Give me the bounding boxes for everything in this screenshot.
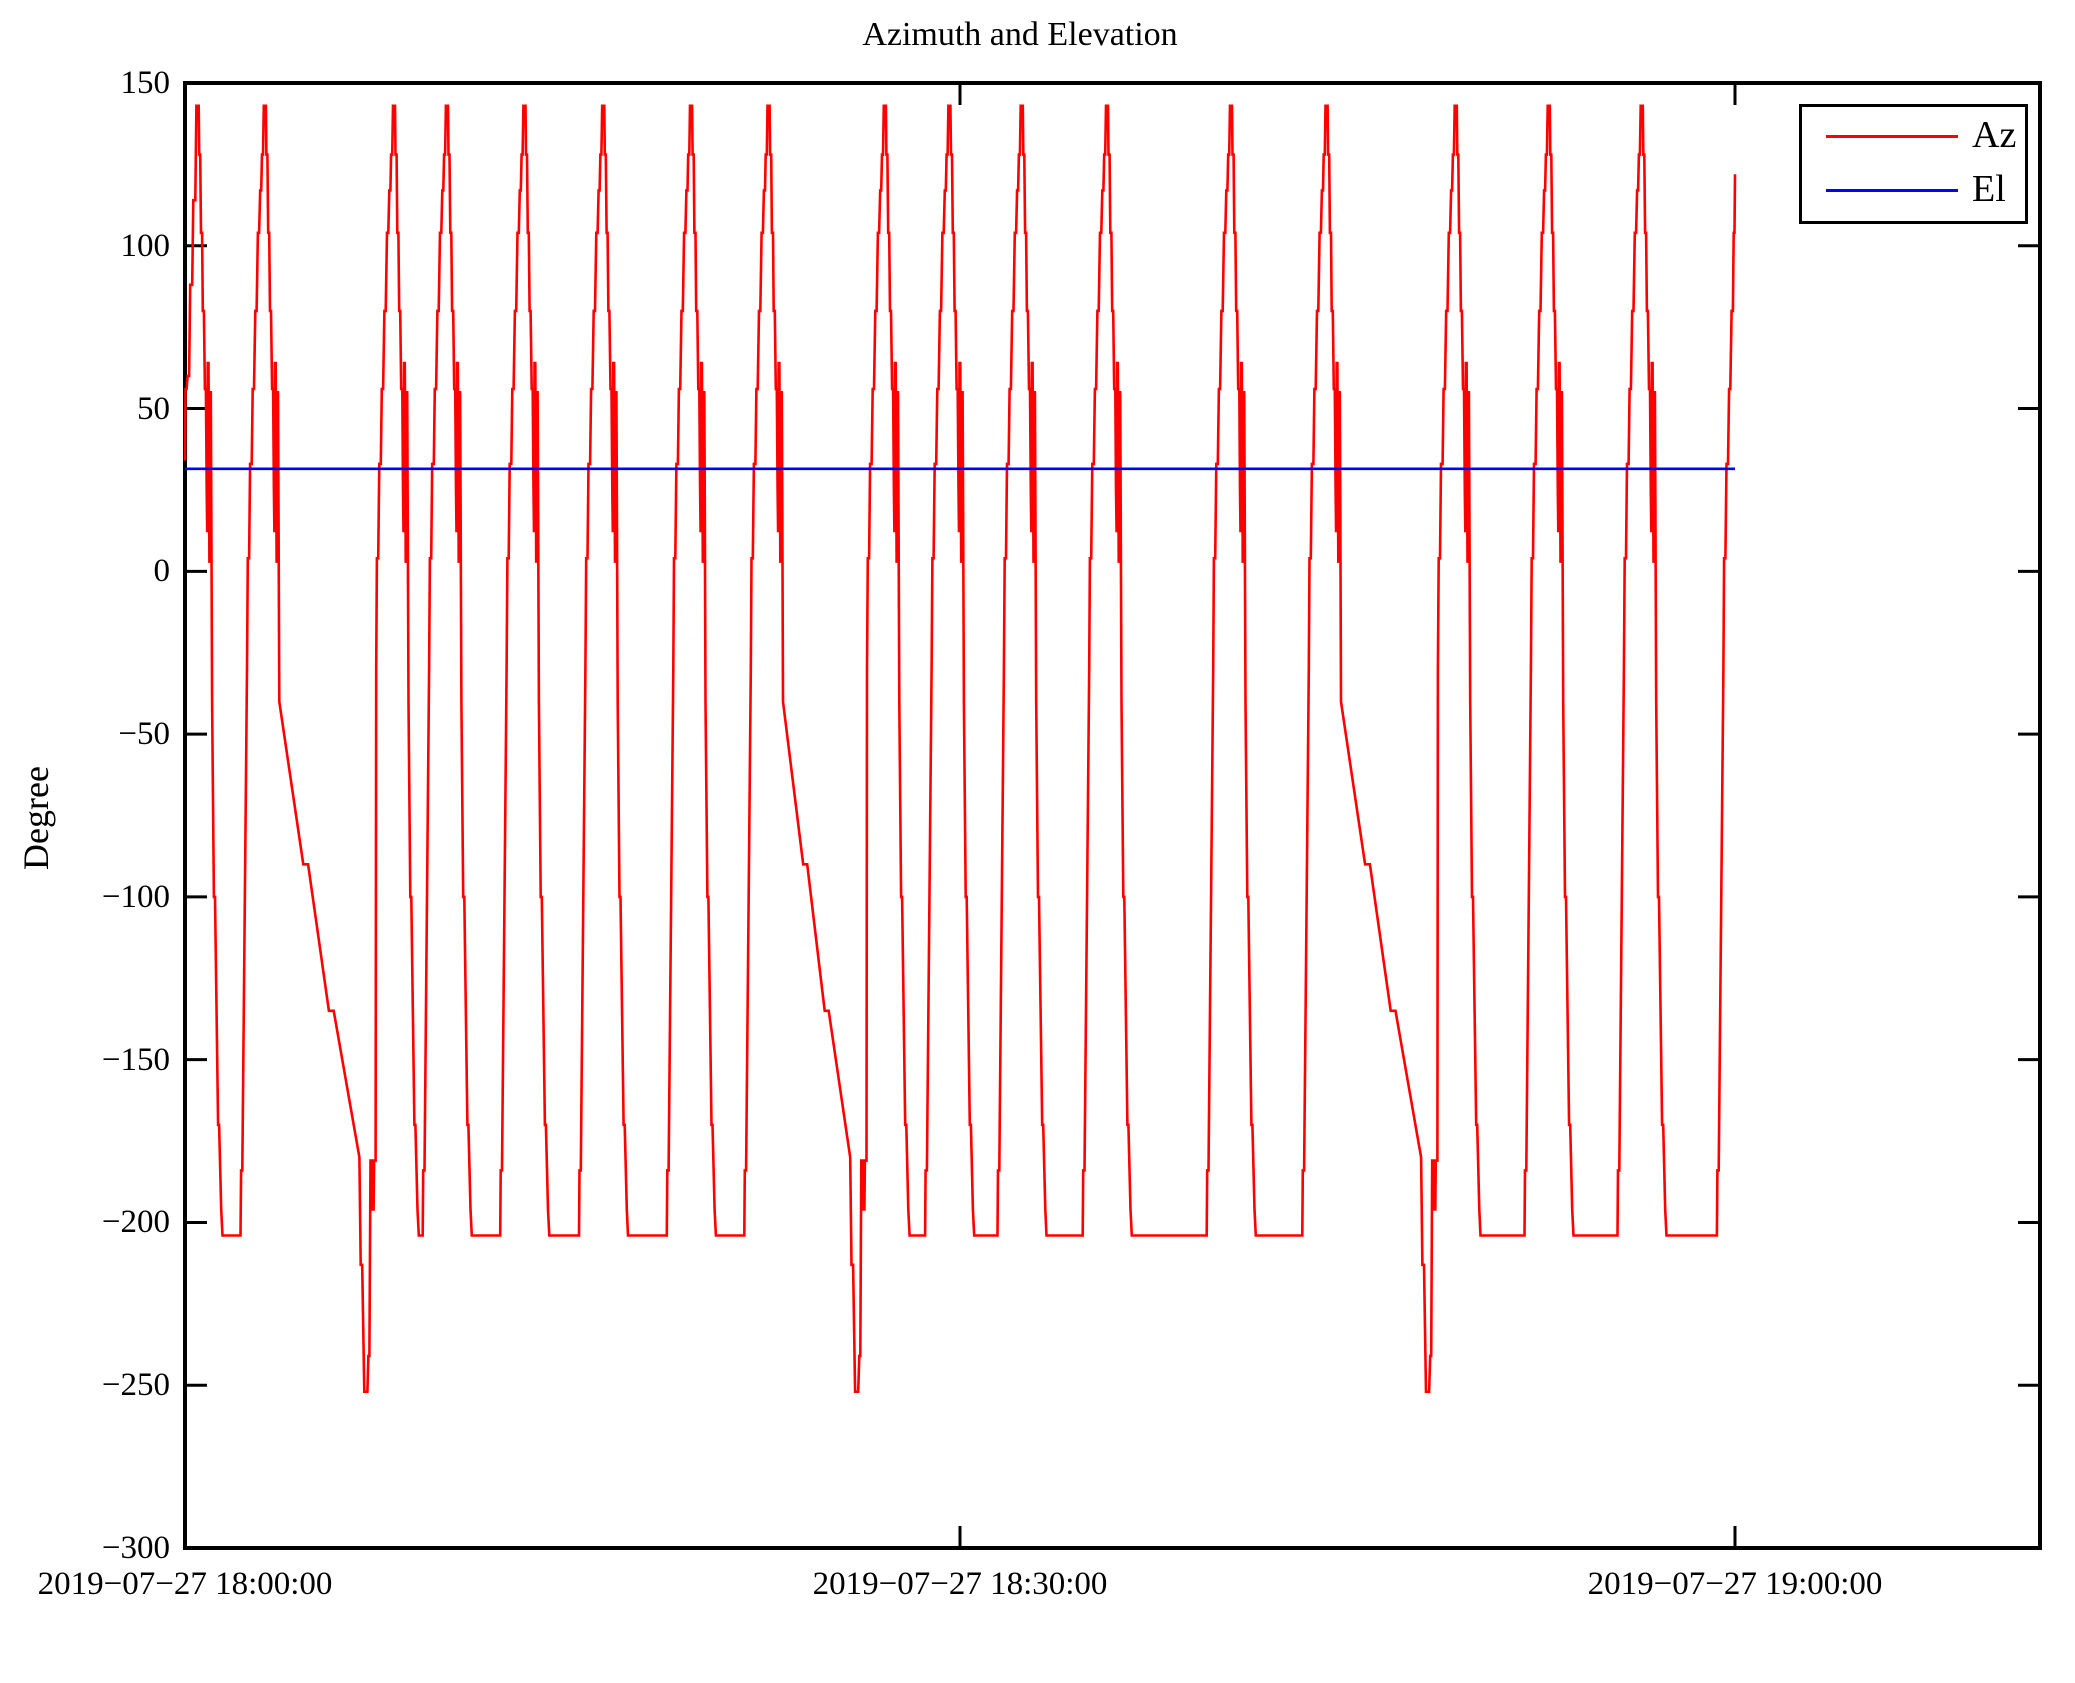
y-tick-label: −50 — [0, 714, 170, 754]
y-tick-label: 150 — [0, 63, 170, 103]
legend-label-el: El — [1972, 167, 2006, 211]
y-tick-label: 100 — [0, 226, 170, 266]
legend-entry-az: Az — [1802, 111, 2025, 161]
y-tick-label: −200 — [0, 1202, 170, 1242]
y-tick-label: −150 — [0, 1040, 170, 1080]
legend: Az El — [1799, 104, 2028, 224]
y-tick-label: −250 — [0, 1365, 170, 1405]
az-series-line — [185, 106, 1735, 1392]
y-tick-label: 50 — [0, 389, 170, 429]
plot-area-svg — [0, 0, 2075, 1683]
legend-swatch-az-line — [1826, 135, 1958, 138]
legend-entry-el: El — [1802, 165, 2025, 215]
x-tick-label: 2019−07−27 18:00:00 — [38, 1566, 333, 1603]
y-tick-label: 0 — [0, 551, 170, 591]
legend-swatch-el-line — [1826, 189, 1958, 192]
x-tick-label: 2019−07−27 18:30:00 — [813, 1566, 1108, 1603]
y-tick-label: −300 — [0, 1528, 170, 1568]
x-tick-label: 2019−07−27 19:00:00 — [1588, 1566, 1883, 1603]
legend-label-az: Az — [1972, 113, 2016, 157]
y-tick-label: −100 — [0, 877, 170, 917]
